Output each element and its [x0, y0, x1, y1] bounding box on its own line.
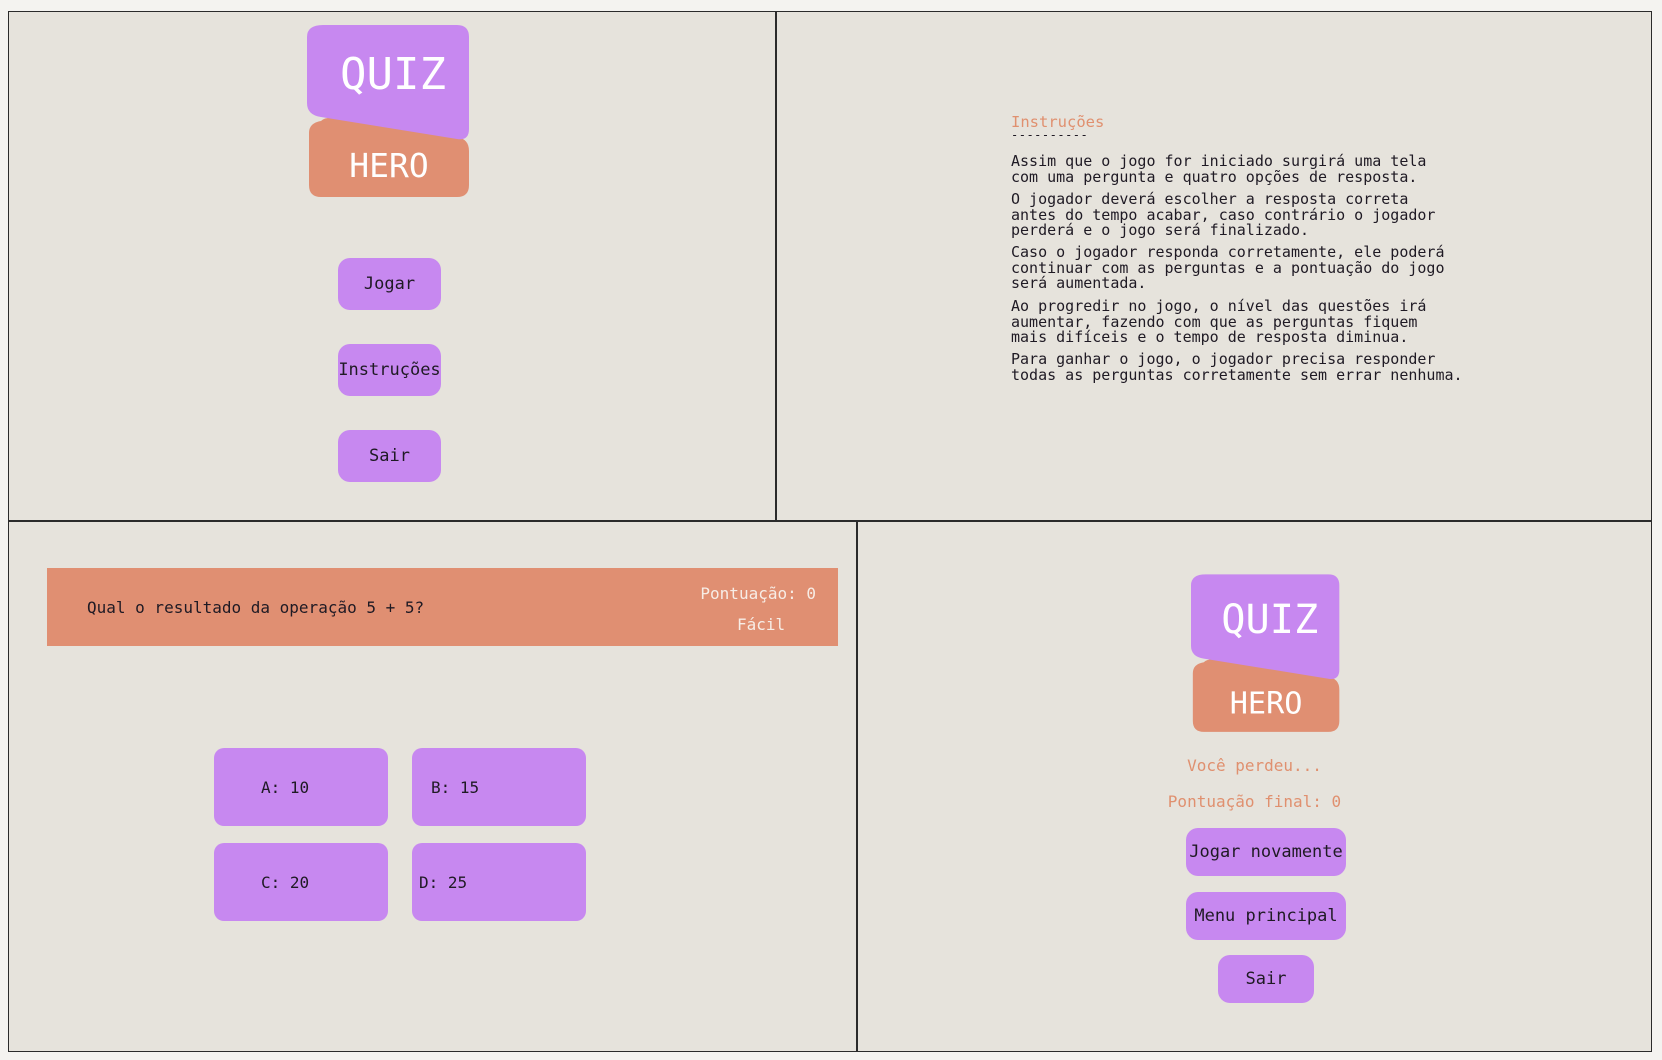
logo-hero-text: HERO — [1230, 687, 1303, 722]
difficulty-label: Fácil — [737, 615, 786, 634]
answer-button-a[interactable]: A: 10 — [214, 748, 388, 826]
answer-button-d[interactable]: D: 25 — [412, 843, 586, 921]
play-again-button[interactable]: Jogar novamente — [1186, 828, 1346, 876]
instructions-paragraph: O jogador deverá escolher a resposta cor… — [1011, 190, 1436, 239]
question-header: Qual o resultado da operação 5 + 5? Pont… — [47, 568, 838, 646]
instructions-divider: ---------- — [1011, 128, 1089, 142]
main-menu-screen: QUIZ HERO Jogar Instruções Sair — [9, 12, 775, 520]
main-menu-button[interactable]: Menu principal — [1186, 892, 1346, 940]
logo-quiz-text: QUIZ — [1221, 597, 1318, 643]
instructions-button[interactable]: Instruções — [338, 344, 441, 396]
answer-button-b[interactable]: B: 15 — [412, 748, 586, 826]
instructions-paragraph: Ao progredir no jogo, o nível das questõ… — [1011, 297, 1427, 346]
exit-button[interactable]: Sair — [1218, 955, 1314, 1003]
play-button[interactable]: Jogar — [338, 258, 441, 310]
final-score: Pontuação final: 0 — [1167, 792, 1342, 811]
logo-hero-text: HERO — [349, 146, 428, 185]
exit-button[interactable]: Sair — [338, 430, 441, 482]
score-label: Pontuação: 0 — [700, 584, 816, 603]
logo-quiz-text: QUIZ — [340, 49, 446, 100]
quiz-hero-logo: QUIZ HERO — [1191, 574, 1343, 734]
quiz-hero-logo: QUIZ HERO — [307, 25, 473, 199]
divider-horizontal — [9, 520, 1652, 522]
instructions-paragraph: Assim que o jogo for iniciado surgirá um… — [1011, 152, 1427, 186]
answer-button-c[interactable]: C: 20 — [214, 843, 388, 921]
game-over-screen: QUIZ HERO Você perdeu... Pontuação final… — [858, 522, 1651, 1051]
divider-vertical-top — [775, 12, 777, 522]
instructions-screen: Instruções ---------- Assim que o jogo f… — [777, 12, 1651, 520]
game-screen: Qual o resultado da operação 5 + 5? Pont… — [9, 522, 856, 1051]
question-text: Qual o resultado da operação 5 + 5? — [87, 598, 425, 617]
divider-vertical-bottom — [856, 520, 858, 1051]
instructions-paragraph: Caso o jogador responda corretamente, el… — [1011, 243, 1445, 292]
lost-message: Você perdeu... — [1187, 756, 1322, 775]
instructions-paragraph: Para ganhar o jogo, o jogador precisa re… — [1011, 350, 1463, 384]
